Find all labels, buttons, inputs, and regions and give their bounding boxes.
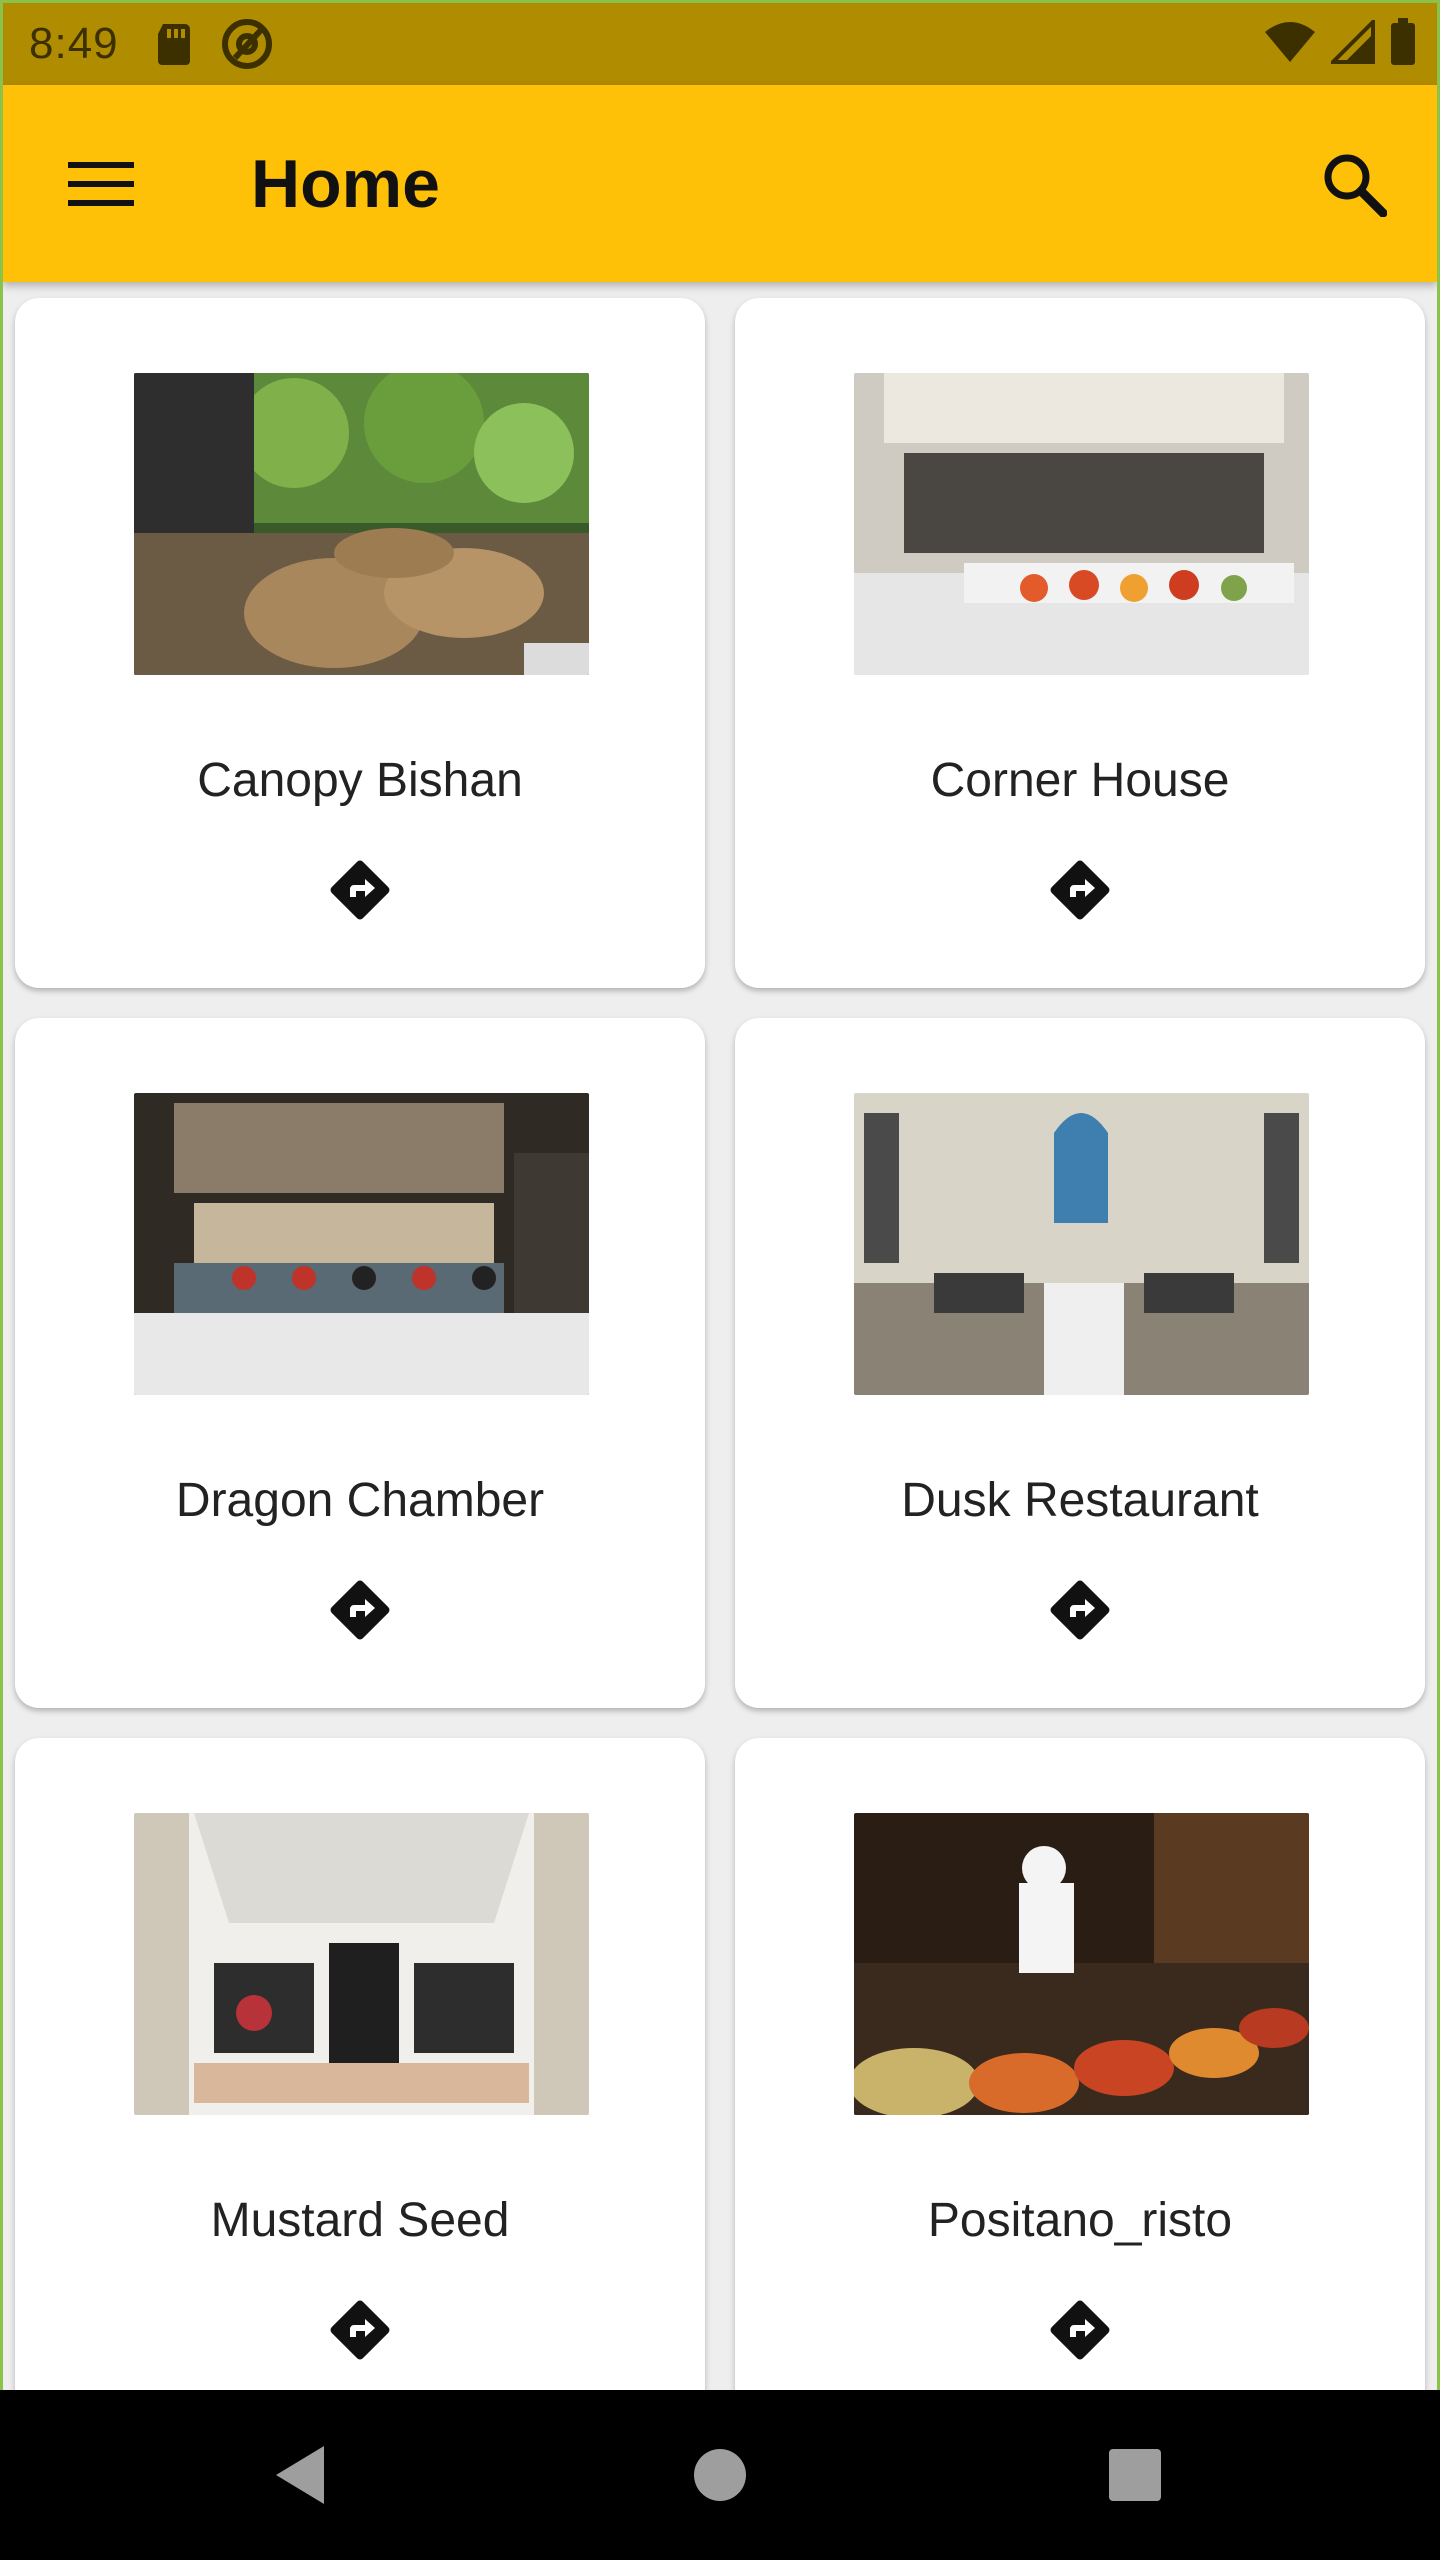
restaurant-card[interactable]: Canopy Bishan xyxy=(15,298,705,988)
menu-button[interactable] xyxy=(61,144,141,224)
restaurant-image xyxy=(134,1813,589,2115)
home-circle-icon[interactable] xyxy=(692,2447,748,2503)
sd-card-icon xyxy=(155,22,193,66)
app-bar: Home xyxy=(3,85,1437,282)
signal-icon xyxy=(1328,16,1375,69)
restaurant-image xyxy=(854,373,1309,675)
search-button[interactable] xyxy=(1309,139,1399,229)
directions-icon[interactable] xyxy=(323,853,397,927)
status-bar: 8:49 xyxy=(3,3,1437,85)
restaurant-card[interactable]: Dragon Chamber xyxy=(15,1018,705,1708)
restaurant-grid: Canopy Bishan Corner House Dragon Chambe… xyxy=(3,282,1437,2390)
directions-icon[interactable] xyxy=(1043,2293,1117,2367)
search-icon xyxy=(1324,154,1387,217)
directions-icon[interactable] xyxy=(1043,853,1117,927)
status-time: 8:49 xyxy=(29,19,119,68)
restaurant-name: Mustard Seed xyxy=(210,2194,510,2247)
restaurant-card[interactable]: Mustard Seed xyxy=(15,1738,705,2390)
wifi-icon xyxy=(1263,20,1317,69)
restaurant-card[interactable]: Positano_risto xyxy=(735,1738,1425,2390)
restaurant-image xyxy=(134,1093,589,1395)
page-title: Home xyxy=(251,145,440,222)
restaurant-name: Dragon Chamber xyxy=(175,1474,545,1527)
back-triangle-icon[interactable] xyxy=(270,2442,330,2508)
recents-square-icon[interactable] xyxy=(1108,2448,1162,2502)
directions-icon[interactable] xyxy=(323,2293,397,2367)
restaurant-name: Corner House xyxy=(930,754,1230,807)
restaurant-name: Canopy Bishan xyxy=(197,754,523,807)
restaurant-image xyxy=(854,1813,1309,2115)
restaurant-image xyxy=(854,1093,1309,1395)
at-sign-icon xyxy=(221,18,273,70)
system-nav-bar xyxy=(0,2390,1440,2560)
hamburger-menu-icon xyxy=(68,161,134,206)
restaurant-name: Positano_risto xyxy=(927,2194,1233,2247)
directions-icon[interactable] xyxy=(323,1573,397,1647)
restaurant-name: Dusk Restaurant xyxy=(901,1474,1259,1527)
restaurant-card[interactable]: Dusk Restaurant xyxy=(735,1018,1425,1708)
battery-icon xyxy=(1389,17,1417,71)
app-frame: 8:49 Home Canopy Bishan Corner House Dra… xyxy=(0,0,1440,2390)
restaurant-image xyxy=(134,373,589,675)
restaurant-card[interactable]: Corner House xyxy=(735,298,1425,988)
directions-icon[interactable] xyxy=(1043,1573,1117,1647)
